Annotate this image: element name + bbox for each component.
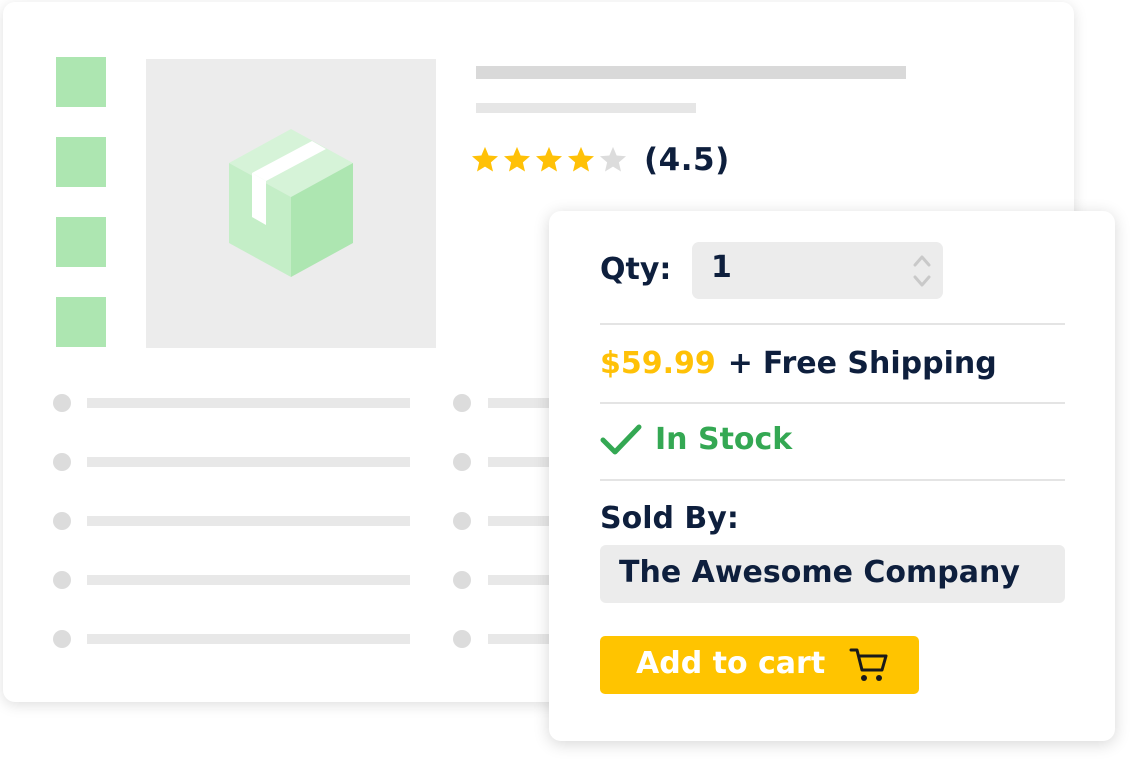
thumbnail-4[interactable] bbox=[56, 297, 106, 347]
cart-icon bbox=[849, 648, 888, 681]
divider bbox=[600, 479, 1065, 481]
feature-line bbox=[87, 575, 410, 585]
thumbnail-2[interactable] bbox=[56, 137, 106, 187]
feature-line bbox=[488, 516, 558, 526]
quantity-stepper[interactable]: 1 bbox=[692, 242, 943, 299]
add-to-cart-label: Add to cart bbox=[636, 646, 826, 681]
star-icon bbox=[536, 146, 562, 172]
product-title-placeholder bbox=[476, 66, 906, 79]
divider bbox=[600, 323, 1065, 325]
star-empty-icon bbox=[600, 146, 626, 172]
list-bullet bbox=[53, 630, 71, 648]
thumbnail-1[interactable] bbox=[56, 57, 106, 107]
thumbnail-3[interactable] bbox=[56, 217, 106, 267]
stepper-icon[interactable] bbox=[913, 252, 931, 290]
list-bullet bbox=[453, 512, 471, 530]
feature-line bbox=[87, 398, 410, 408]
feature-line bbox=[488, 575, 558, 585]
list-bullet bbox=[453, 394, 471, 412]
qty-value[interactable]: 1 bbox=[711, 250, 732, 285]
seller-field: The Awesome Company bbox=[600, 545, 1065, 603]
feature-line bbox=[488, 398, 558, 408]
shipping-text: Free Shipping bbox=[762, 346, 997, 381]
star-icon bbox=[472, 146, 498, 172]
star-icon bbox=[568, 146, 594, 172]
product-subtitle-placeholder bbox=[476, 103, 696, 113]
list-bullet bbox=[53, 571, 71, 589]
product-image bbox=[146, 59, 436, 348]
stock-status: In Stock bbox=[600, 422, 792, 457]
star-icon bbox=[504, 146, 530, 172]
add-to-cart-button[interactable]: Add to cart bbox=[600, 636, 919, 694]
product-rating: (4.5) bbox=[470, 140, 730, 180]
purchase-card: Qty: 1 $59.99 + Free Shipping In Stock Sol… bbox=[549, 211, 1115, 741]
stock-text: In Stock bbox=[655, 422, 793, 457]
list-bullet bbox=[53, 394, 71, 412]
divider bbox=[600, 402, 1065, 404]
price: $59.99 bbox=[600, 346, 716, 381]
list-bullet bbox=[453, 453, 471, 471]
price-row: $59.99 + Free Shipping bbox=[600, 346, 997, 381]
list-bullet bbox=[453, 630, 471, 648]
sold-by-label: Sold By: bbox=[600, 501, 739, 536]
seller-name: The Awesome Company bbox=[619, 555, 1020, 590]
feature-line bbox=[488, 457, 558, 467]
list-bullet bbox=[53, 453, 71, 471]
plus-sign: + bbox=[727, 346, 753, 381]
feature-line bbox=[87, 457, 410, 467]
feature-line bbox=[87, 516, 410, 526]
box-icon bbox=[229, 129, 353, 277]
list-bullet bbox=[53, 512, 71, 530]
feature-line bbox=[488, 634, 558, 644]
list-bullet bbox=[453, 571, 471, 589]
feature-line bbox=[87, 634, 410, 644]
rating-value: (4.5) bbox=[644, 142, 730, 178]
check-icon bbox=[600, 424, 642, 454]
qty-label: Qty: bbox=[600, 252, 672, 287]
